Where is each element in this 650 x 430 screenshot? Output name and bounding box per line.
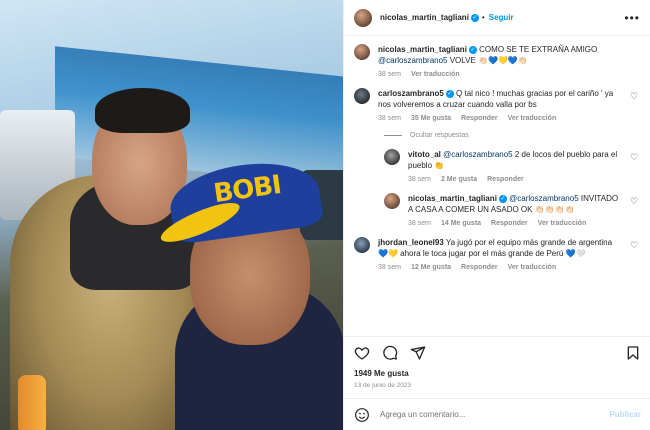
reply-username[interactable]: vitoto_al [408, 150, 441, 159]
action-icons [344, 337, 650, 365]
verified-icon: ✓ [470, 13, 479, 22]
reply-mention[interactable]: @carloszambrano5 [443, 150, 512, 159]
follow-button[interactable]: Seguir [489, 13, 514, 22]
comment-time[interactable]: 38 sem [378, 113, 401, 124]
avatar[interactable] [384, 193, 400, 209]
comment-username[interactable]: jhordan_leonel93 [378, 238, 444, 247]
verified-icon: ✓ [468, 45, 477, 54]
caption-text-2: VOLVE 👏🏻💙💛💙👏🏻 [449, 56, 528, 65]
avatar[interactable] [354, 88, 370, 104]
comment-input[interactable] [380, 410, 610, 419]
caption-text: COMO SE TE EXTRAÑA AMIGO [479, 45, 598, 54]
like-comment-heart-icon[interactable]: ♡ [630, 153, 639, 162]
header-username[interactable]: nicolas_martin_tagliani [380, 13, 469, 22]
publish-button[interactable]: Publicar [609, 410, 641, 419]
add-comment-bar: Publicar [344, 398, 650, 430]
comment-username[interactable]: carloszambrano5 [378, 89, 444, 98]
reply-button[interactable]: Responder [491, 218, 528, 229]
cap-lettering: BOBI [211, 170, 283, 210]
reply-username[interactable]: nicolas_martin_tagliani [408, 194, 497, 203]
avatar[interactable] [354, 237, 370, 253]
like-heart-icon[interactable] [354, 345, 370, 361]
person-left-hair [95, 88, 190, 133]
reply-button[interactable]: Responder [461, 262, 498, 273]
post-modal: BOBI nicolas_martin_tagliani ✓ • Seguir … [0, 0, 650, 430]
like-comment-heart-icon[interactable]: ♡ [630, 241, 639, 250]
post-header: nicolas_martin_tagliani ✓ • Seguir ••• [344, 0, 650, 36]
verified-icon: ✓ [445, 89, 454, 98]
likes-count[interactable]: 1949 Me gusta [344, 365, 650, 378]
caption-time[interactable]: 38 sem [378, 69, 401, 80]
avatar[interactable] [384, 149, 400, 165]
separator-dot: • [481, 13, 485, 22]
reply-time[interactable]: 38 sem [408, 174, 431, 185]
comment-icon[interactable] [382, 345, 398, 361]
avatar[interactable] [354, 8, 372, 27]
reply-button[interactable]: Responder [487, 174, 524, 185]
post-panel: nicolas_martin_tagliani ✓ • Seguir ••• n… [343, 0, 650, 430]
hide-replies-button[interactable]: Ocultar respuestas [384, 132, 641, 139]
verified-icon: ✓ [498, 194, 507, 203]
reply-time[interactable]: 38 sem [408, 218, 431, 229]
comment-item: carloszambrano5 ✓ Q tal nico ! muchas gra… [354, 88, 641, 124]
avatar[interactable] [354, 44, 370, 60]
caption: nicolas_martin_tagliani ✓ COMO SE TE EXTR… [354, 44, 641, 80]
more-options-icon[interactable]: ••• [624, 11, 640, 25]
reply-likes[interactable]: 14 Me gusta [441, 218, 481, 229]
reply-item: nicolas_martin_tagliani ✓ @carloszambrano… [384, 193, 641, 229]
comment-likes[interactable]: 35 Me gusta [411, 113, 451, 124]
reply-button[interactable]: Responder [461, 113, 498, 124]
post-actions: 1949 Me gusta 13 de junio de 2023 Public… [344, 336, 650, 430]
emoji-icon[interactable] [354, 407, 370, 423]
like-comment-heart-icon[interactable]: ♡ [630, 197, 639, 206]
translate-link[interactable]: Ver traducción [508, 113, 557, 124]
share-icon[interactable] [410, 345, 426, 361]
caption-username[interactable]: nicolas_martin_tagliani [378, 45, 467, 54]
comment-time[interactable]: 38 sem [378, 262, 401, 273]
bookmark-icon[interactable] [625, 345, 641, 361]
like-comment-heart-icon[interactable]: ♡ [630, 92, 639, 101]
post-date[interactable]: 13 de junio de 2023 [344, 378, 650, 393]
hide-replies-label: Ocultar respuestas [410, 132, 469, 139]
drink-bottle [18, 375, 46, 430]
comments-list[interactable]: nicolas_martin_tagliani ✓ COMO SE TE EXTR… [344, 36, 650, 336]
comment-item: jhordan_leonel93 Ya jugó por el equipo m… [354, 237, 641, 273]
translate-link[interactable]: Ver traducción [411, 69, 460, 80]
divider-line [384, 135, 402, 136]
reply-item: vitoto_al @carloszambrano5 2 de locos de… [384, 149, 641, 185]
reply-likes[interactable]: 2 Me gusta [441, 174, 477, 185]
translate-link[interactable]: Ver traducción [508, 262, 557, 273]
translate-link[interactable]: Ver traducción [538, 218, 587, 229]
comment-likes[interactable]: 12 Me gusta [411, 262, 451, 273]
reply-mention[interactable]: @carloszambrano5 [509, 194, 578, 203]
caption-mention[interactable]: @carloszambrano5 [378, 56, 447, 65]
post-photo[interactable]: BOBI [0, 0, 343, 430]
